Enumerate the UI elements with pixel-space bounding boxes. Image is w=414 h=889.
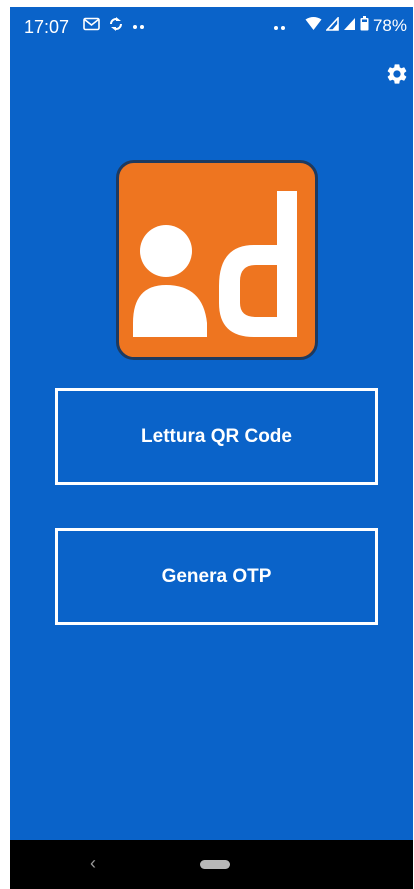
status-bar: 17:07 78% [10,7,413,49]
battery-percentage: 78% [372,16,407,35]
app-logo [116,160,318,360]
generate-otp-label: Genera OTP [161,565,272,587]
gear-icon [387,64,407,84]
signal-icon [343,16,356,36]
status-time: 17:07 [24,17,70,37]
more-dots-icon [132,18,146,34]
qr-code-read-label: Lettura QR Code [141,425,292,447]
wifi-icon [305,16,322,36]
system-status-icons: 78% [273,15,407,36]
home-pill-button[interactable] [200,860,230,869]
more-dots-icon [273,16,301,36]
back-button[interactable]: ‹ [90,853,96,874]
battery-icon [360,16,369,36]
sync-icon [108,16,124,36]
app-screen: 17:07 78% Lettura QR Code Genera OTP ‹ [10,7,413,889]
generate-otp-button[interactable]: Genera OTP [55,528,378,625]
settings-button[interactable] [385,62,409,86]
gmail-icon [83,17,100,35]
notification-icons [83,16,146,36]
navigation-bar: ‹ [10,840,413,889]
logo-glyph [133,191,297,337]
qr-code-read-button[interactable]: Lettura QR Code [55,388,378,485]
signal-icon [325,15,339,36]
